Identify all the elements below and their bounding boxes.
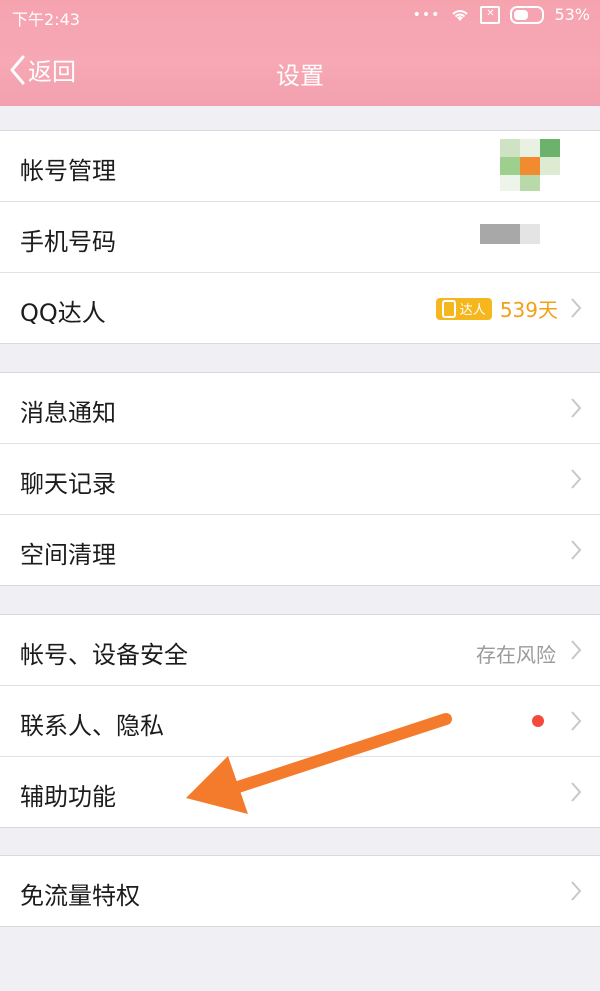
status-bar: 下午2:43 ••• ✕ 53% [0, 0, 600, 30]
daren-info: 达人 539天 [435, 294, 558, 323]
risk-status: 存在风险 [476, 643, 556, 667]
row-label: 手机号码 [20, 228, 116, 256]
unread-dot [532, 715, 544, 727]
status-icons: ••• ✕ 53% [413, 5, 590, 24]
battery-percent: 53% [554, 5, 590, 24]
chevron-right-icon [571, 469, 582, 489]
row-label: 帐号、设备安全 [20, 641, 188, 669]
row-label: QQ达人 [20, 299, 106, 327]
signal-dots-icon: ••• [412, 6, 441, 23]
row-label: 免流量特权 [20, 882, 140, 910]
phone-number-masked [480, 224, 540, 244]
settings-row-phone-number[interactable]: 手机号码 [0, 202, 600, 273]
row-label: 联系人、隐私 [20, 712, 164, 740]
chevron-right-icon [571, 540, 582, 560]
battery-icon [510, 5, 545, 24]
settings-row-qq-daren[interactable]: QQ达人 达人 539天 [0, 273, 600, 343]
settings-row-accessibility[interactable]: 辅助功能 [0, 757, 600, 827]
avatar-pixelated [500, 139, 560, 191]
daren-badge-label: 达人 [459, 303, 486, 318]
chevron-right-icon [571, 298, 582, 318]
row-label: 聊天记录 [20, 470, 116, 498]
settings-row-contacts-privacy[interactable]: 联系人、隐私 [0, 686, 600, 757]
chevron-right-icon [571, 782, 582, 802]
settings-row-account-device-security[interactable]: 帐号、设备安全 存在风险 [0, 615, 600, 686]
chevron-right-icon [571, 881, 582, 901]
settings-group-security: 帐号、设备安全 存在风险 联系人、隐私 辅助功能 [0, 614, 600, 828]
chevron-right-icon [571, 640, 582, 660]
wifi-icon [452, 9, 469, 21]
settings-group-account: 帐号管理 手机号码 QQ达人 达人 539天 [0, 130, 600, 344]
settings-group-messages: 消息通知 聊天记录 空间清理 [0, 372, 600, 586]
chevron-right-icon [571, 398, 582, 418]
settings-group-data: 免流量特权 [0, 855, 600, 927]
settings-row-notifications[interactable]: 消息通知 [0, 373, 600, 444]
row-label: 消息通知 [20, 399, 116, 427]
no-sim-icon: ✕ [480, 5, 501, 24]
page-title: 设置 [276, 62, 324, 90]
daren-badge: 达人 [435, 297, 492, 320]
row-label: 帐号管理 [20, 157, 116, 185]
phone-icon [441, 299, 456, 318]
settings-row-storage-cleanup[interactable]: 空间清理 [0, 515, 600, 585]
settings-row-free-data-privilege[interactable]: 免流量特权 [0, 856, 600, 926]
status-time: 下午2:43 [12, 10, 80, 29]
daren-days: 539天 [499, 298, 558, 322]
chevron-right-icon [571, 711, 582, 731]
settings-row-account-management[interactable]: 帐号管理 [0, 131, 600, 202]
header-bar: 下午2:43 ••• ✕ 53% 返回 设置 [0, 0, 600, 106]
row-label: 辅助功能 [20, 783, 116, 811]
settings-row-chat-history[interactable]: 聊天记录 [0, 444, 600, 515]
nav-bar: 返回 设置 [0, 30, 600, 106]
row-label: 空间清理 [20, 541, 116, 569]
